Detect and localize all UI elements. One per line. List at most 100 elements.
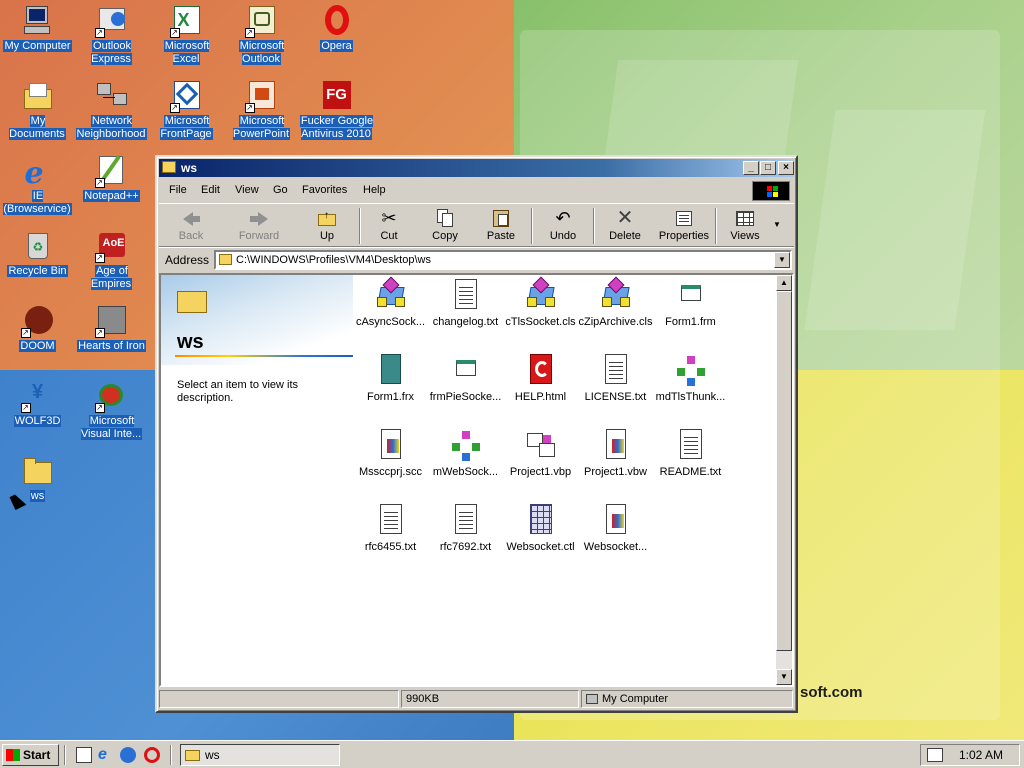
desktop-icon-recycle-bin[interactable]: ♻ Recycle Bin <box>0 227 75 278</box>
file-item[interactable]: cTlsSocket.cls <box>503 276 578 328</box>
file-item[interactable]: rfc6455.txt <box>353 504 428 553</box>
desktop-icon-label: Microsoft Excel <box>163 40 210 65</box>
file-item[interactable]: rfc7692.txt <box>428 504 503 553</box>
close-button[interactable]: × <box>778 161 794 175</box>
desktop-icon-hearts-of-iron[interactable]: ↗ Hearts of Iron <box>74 302 149 353</box>
file-item[interactable]: Mssccprj.scc <box>353 429 428 478</box>
copy-button[interactable]: Copy <box>417 208 473 244</box>
desktop-icon-network-neighborhood[interactable]: Network Neighborhood <box>74 77 149 141</box>
file-item[interactable]: HELP.html <box>503 354 578 403</box>
file-item[interactable]: mdTlsThunk... <box>653 354 728 403</box>
desktop-icon-label: Outlook Express <box>91 40 132 65</box>
desktop-icon-outlook[interactable]: ↗ Microsoft Outlook <box>224 2 299 66</box>
menu-favorites[interactable]: Favorites <box>302 184 347 196</box>
file-item[interactable]: cZipArchive.cls <box>578 276 653 328</box>
desktop-icon-my-documents[interactable]: My Documents <box>0 77 75 141</box>
window-title-bar[interactable]: ws _ □ × <box>159 159 794 177</box>
file-item-label: cZipArchive.cls <box>578 316 653 328</box>
desktop-icon-label: My Computer <box>3 40 72 52</box>
menu-view[interactable]: View <box>235 184 259 196</box>
delete-label: Delete <box>609 230 641 242</box>
clock[interactable]: 1:02 AM <box>959 748 1003 762</box>
desktop-icon-label: Age of Empires <box>90 265 133 290</box>
status-panel-empty <box>159 690 399 708</box>
paste-icon <box>490 208 512 228</box>
file-item[interactable]: Websocket... <box>578 504 653 553</box>
file-item[interactable]: LICENSE.txt <box>578 354 653 403</box>
desktop-icon-outlook-express[interactable]: ↗ Outlook Express <box>74 2 149 66</box>
web-view-title: ws <box>177 331 204 353</box>
menu-help[interactable]: Help <box>363 184 386 196</box>
file-item-label: changelog.txt <box>432 316 499 328</box>
taskbar-button-ws[interactable]: ws <box>180 744 340 766</box>
file-item[interactable]: changelog.txt <box>428 279 503 328</box>
outlook-express-icon: ↗ <box>94 4 129 38</box>
file-item-label: Form1.frx <box>366 391 415 403</box>
back-arrow-icon <box>180 208 202 228</box>
address-field[interactable]: C:\WINDOWS\Profiles\VM4\Desktop\ws ▼ <box>214 250 792 270</box>
cut-label: Cut <box>380 230 398 242</box>
file-item-label: Websocket.ctl <box>506 541 575 553</box>
module-file-icon <box>675 354 707 386</box>
views-button[interactable]: Views <box>717 208 773 244</box>
file-item[interactable]: Project1.vbp <box>503 429 578 478</box>
desktop-icon-opera[interactable]: Opera <box>299 2 374 53</box>
file-item-label: mWebSock... <box>432 466 499 478</box>
menu-go[interactable]: Go <box>273 184 288 196</box>
opera-quicklaunch-icon[interactable] <box>144 747 160 763</box>
folder-up-icon: ↑ <box>316 208 338 228</box>
file-item[interactable]: README.txt <box>653 429 728 478</box>
maximize-button[interactable]: □ <box>760 161 776 175</box>
desktop-icon-my-computer[interactable]: My Computer <box>0 2 75 53</box>
vertical-scrollbar[interactable]: ▲ ▼ <box>776 275 792 685</box>
file-item-label: HELP.html <box>514 391 567 403</box>
show-desktop-icon[interactable] <box>76 747 92 763</box>
back-button[interactable]: Back <box>163 208 219 244</box>
file-item-label: cAsyncSock... <box>355 316 426 328</box>
file-item[interactable]: Form1.frm <box>653 279 728 328</box>
file-item[interactable]: Form1.frx <box>353 354 428 403</box>
cut-button[interactable]: ✂ Cut <box>361 208 417 244</box>
desktop-icon-label: ws <box>29 490 46 502</box>
desktop-icon-age-of-empires[interactable]: AoE ↗ Age of Empires <box>74 227 149 291</box>
desktop-icon-powerpoint[interactable]: ↗ Microsoft PowerPoint <box>224 77 299 141</box>
up-button[interactable]: ↑ Up <box>299 208 355 244</box>
undo-button[interactable]: ↶ Undo <box>535 208 591 244</box>
menu-file[interactable]: File <box>169 184 187 196</box>
file-item-label: rfc6455.txt <box>364 541 417 553</box>
properties-button[interactable]: Properties <box>653 208 715 244</box>
scroll-up-button[interactable]: ▲ <box>776 275 792 291</box>
desktop-icon-wolf3d[interactable]: ¥ ↗ WOLF3D <box>0 377 75 428</box>
file-item[interactable]: mWebSock... <box>428 429 503 478</box>
desktop-icon-antivirus[interactable]: FG Fucker Google Antivirus 2010 <box>299 77 374 141</box>
file-item-label: rfc7692.txt <box>439 541 492 553</box>
windows-logo-icon <box>752 181 790 201</box>
desktop-icon-doom[interactable]: ↗ DOOM <box>0 302 75 353</box>
desktop-icon-ie[interactable]: e IE (Browservice) <box>0 152 75 216</box>
desktop-icon-visual-interdev[interactable]: ↗ Microsoft Visual Inte... <box>74 377 149 441</box>
file-item[interactable]: cAsyncSock... <box>353 276 428 328</box>
delete-button[interactable]: ✕ Delete <box>597 208 653 244</box>
outlook-express-quicklaunch-icon[interactable] <box>120 747 136 763</box>
desktop-icon-frontpage[interactable]: ↗ Microsoft FrontPage <box>149 77 224 141</box>
file-item[interactable]: Websocket.ctl <box>503 504 578 553</box>
file-item[interactable]: frmPieSocke... <box>428 354 503 403</box>
scroll-thumb[interactable] <box>776 291 792 651</box>
wallpaper-pane <box>804 110 986 330</box>
paste-button[interactable]: Paste <box>473 208 529 244</box>
notepad-icon: ↗ <box>94 154 129 188</box>
menu-edit[interactable]: Edit <box>201 184 220 196</box>
desktop-icon-excel[interactable]: X ↗ Microsoft Excel <box>149 2 224 66</box>
start-button[interactable]: Start <box>2 744 59 766</box>
class-file-icon <box>375 276 407 311</box>
minimize-button[interactable]: _ <box>743 161 759 175</box>
folder-icon <box>177 291 207 313</box>
views-dropdown-arrow-icon[interactable]: ▼ <box>773 220 781 229</box>
tray-app-icon[interactable] <box>927 748 943 762</box>
file-item[interactable]: Project1.vbw <box>578 429 653 478</box>
address-dropdown-button[interactable]: ▼ <box>774 252 790 268</box>
forward-button[interactable]: Forward <box>231 208 287 244</box>
ie-quicklaunch-icon[interactable]: e <box>98 747 114 763</box>
desktop-icon-notepad-plus[interactable]: ↗ Notepad++ <box>74 152 149 203</box>
scroll-down-button[interactable]: ▼ <box>776 669 792 685</box>
